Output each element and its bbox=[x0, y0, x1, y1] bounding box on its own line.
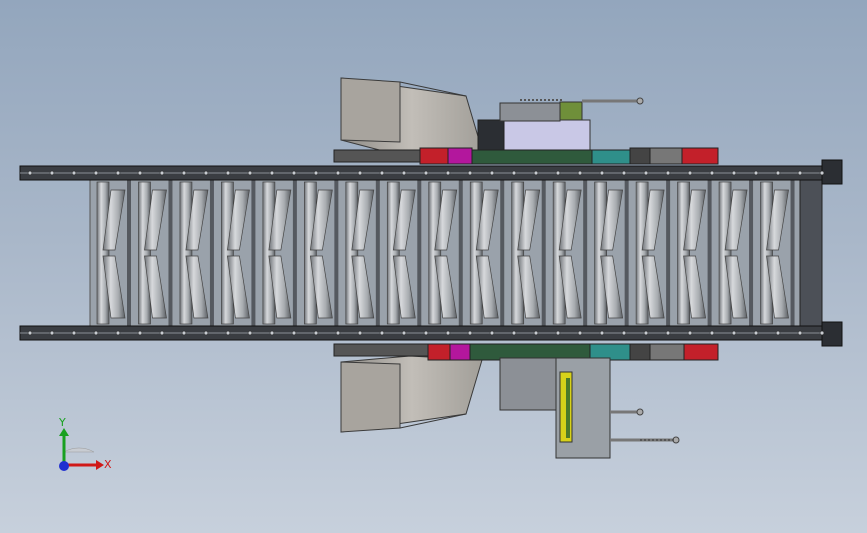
rail-bolt bbox=[511, 170, 517, 176]
rail-bolt bbox=[555, 330, 561, 336]
rail-bolt bbox=[401, 330, 407, 336]
rail-bolt bbox=[445, 170, 451, 176]
rail-bolt bbox=[709, 170, 715, 176]
rail-bolt bbox=[335, 170, 341, 176]
rail-bolt bbox=[489, 170, 495, 176]
upper-hopper bbox=[340, 77, 483, 159]
rail-bolt bbox=[621, 170, 627, 176]
rail-bolt bbox=[599, 330, 605, 336]
rail-bolt bbox=[181, 170, 187, 176]
top-component-row bbox=[333, 147, 719, 165]
rail-bolt bbox=[533, 170, 539, 176]
rail-bolt bbox=[225, 170, 231, 176]
rail-bolt bbox=[49, 330, 55, 336]
rail-bolt bbox=[137, 330, 143, 336]
top-drive-unit bbox=[477, 97, 644, 155]
rail-bolt bbox=[775, 330, 781, 336]
bottom-side-rail bbox=[19, 321, 843, 347]
rail-bolt bbox=[599, 170, 605, 176]
rail-bolt bbox=[203, 330, 209, 336]
y-axis-arrowhead bbox=[59, 428, 69, 436]
rail-bolt bbox=[753, 170, 759, 176]
rail-bolt bbox=[379, 330, 385, 336]
rail-bolt bbox=[181, 330, 187, 336]
rail-bolt bbox=[27, 330, 33, 336]
rail-bolt bbox=[577, 170, 583, 176]
rail-bolt bbox=[313, 330, 319, 336]
rail-bolt bbox=[797, 330, 803, 336]
rail-bolt bbox=[159, 170, 165, 176]
rail-bolt bbox=[159, 330, 165, 336]
rail-bolt bbox=[357, 170, 363, 176]
rail-bolt bbox=[687, 170, 693, 176]
rail-bolt bbox=[643, 170, 649, 176]
rail-bolt bbox=[511, 330, 517, 336]
rail-bolt bbox=[291, 170, 297, 176]
rail-bolt bbox=[379, 170, 385, 176]
rail-bolt bbox=[577, 330, 583, 336]
rail-bolt bbox=[445, 330, 451, 336]
rail-bolt bbox=[731, 170, 737, 176]
bottom-drive-unit bbox=[499, 357, 680, 459]
y-axis-label: Y bbox=[58, 416, 66, 429]
rail-bolt bbox=[247, 330, 253, 336]
rail-bolt bbox=[423, 170, 429, 176]
coordinate-triad[interactable]: X Y bbox=[58, 416, 112, 471]
rail-bolt bbox=[467, 170, 473, 176]
rail-bolt bbox=[291, 330, 297, 336]
rail-bolt bbox=[753, 330, 759, 336]
x-axis-label: X bbox=[104, 458, 112, 471]
rail-bolt bbox=[665, 330, 671, 336]
rail-bolt bbox=[489, 330, 495, 336]
rail-bolt bbox=[709, 330, 715, 336]
rail-bolt bbox=[115, 170, 121, 176]
rail-bolt bbox=[423, 330, 429, 336]
rail-bolt bbox=[335, 330, 341, 336]
conveyor-end-cap bbox=[799, 179, 823, 329]
rail-bolt bbox=[71, 170, 77, 176]
rail-bolt bbox=[115, 330, 121, 336]
lower-hopper bbox=[340, 355, 483, 433]
rail-bolt bbox=[555, 170, 561, 176]
rail-bolt bbox=[203, 170, 209, 176]
x-axis-arrowhead bbox=[96, 460, 104, 470]
cad-viewport[interactable]: X Y bbox=[0, 0, 867, 533]
rail-bolt bbox=[93, 170, 99, 176]
rail-bolt bbox=[357, 330, 363, 336]
rail-bolt bbox=[313, 170, 319, 176]
rail-bolt bbox=[49, 170, 55, 176]
rail-bolt bbox=[775, 170, 781, 176]
rail-bolt bbox=[247, 170, 253, 176]
rail-bolt bbox=[225, 330, 231, 336]
rail-bolt bbox=[269, 330, 275, 336]
rail-bolt bbox=[621, 330, 627, 336]
rail-bolt bbox=[819, 330, 825, 336]
rail-bolt bbox=[269, 170, 275, 176]
rail-bolt bbox=[643, 330, 649, 336]
rail-bolt bbox=[819, 170, 825, 176]
rail-bolt bbox=[533, 330, 539, 336]
z-axis-dot bbox=[59, 461, 69, 471]
rail-bolt bbox=[93, 330, 99, 336]
rail-bolt bbox=[687, 330, 693, 336]
rail-bolt bbox=[71, 330, 77, 336]
rail-bolt bbox=[137, 170, 143, 176]
rail-bolt bbox=[401, 170, 407, 176]
rail-bolt bbox=[665, 170, 671, 176]
rail-bolt bbox=[27, 170, 33, 176]
rail-bolt bbox=[731, 330, 737, 336]
rail-bolt bbox=[467, 330, 473, 336]
rail-bolt bbox=[797, 170, 803, 176]
